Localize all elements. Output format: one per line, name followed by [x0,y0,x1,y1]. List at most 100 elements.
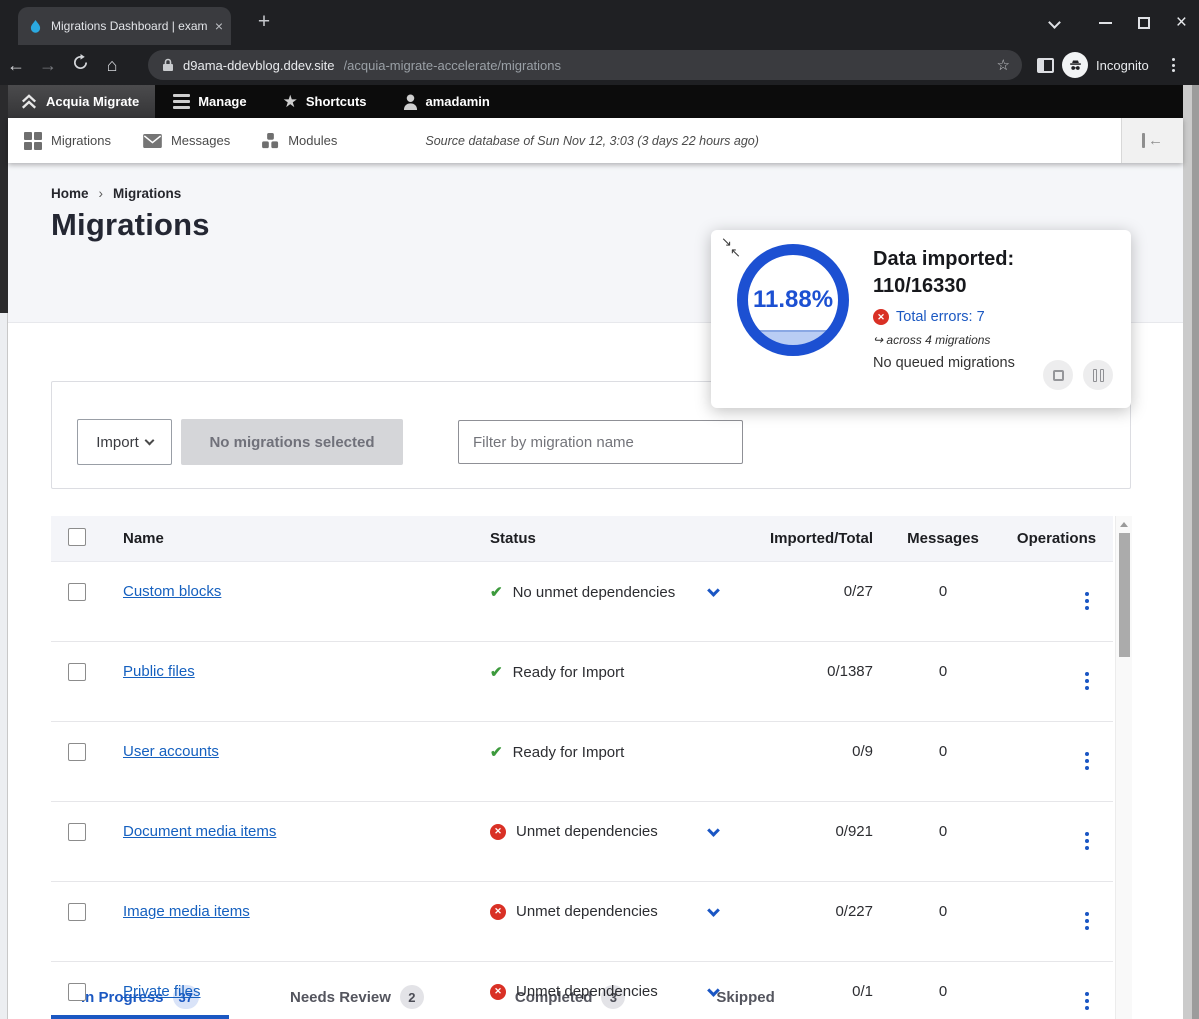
stop-button[interactable] [1043,360,1073,390]
total-errors-link[interactable]: Total errors: 7 [896,309,985,325]
row-checkbox[interactable] [68,903,86,921]
collapse-bar-icon [1142,133,1145,148]
bookmark-star-icon[interactable]: ☆ [997,56,1010,74]
table-row: User accounts✔Ready for Import0/90 [51,722,1113,802]
queue-status: No queued migrations [873,355,1015,371]
status-text: No unmet dependencies [513,584,676,601]
messages-count: 0 [886,583,1000,600]
col-header-imported: Imported/Total [760,530,886,547]
breadcrumb: Home › Migrations [51,186,181,201]
row-checkbox[interactable] [68,983,86,1001]
window-maximize-button[interactable] [1138,17,1150,29]
new-tab-button[interactable]: + [252,10,276,34]
row-checkbox[interactable] [68,663,86,681]
breadcrumb-home-link[interactable]: Home [51,186,89,201]
scrollbar-thumb[interactable] [1119,533,1130,657]
chevron-down-icon[interactable] [707,984,720,997]
toolbar-item-migrations[interactable]: Migrations [8,118,127,163]
messages-count: 0 [886,903,1000,920]
home-icon[interactable]: ⌂ [96,55,128,76]
url-domain: d9ama-ddevblog.ddev.site [183,58,335,73]
url-field[interactable]: d9ama-ddevblog.ddev.site /acquia-migrate… [148,50,1022,80]
error-cross-icon: ✕ [490,824,506,840]
stop-icon [1053,370,1064,381]
forward-icon[interactable]: → [32,55,64,76]
back-icon[interactable]: ← [0,55,32,76]
imported-total-value: 0/9 [760,743,886,760]
window-close-button[interactable]: × [1176,13,1187,32]
username-label: amadamin [426,94,490,109]
kebab-menu-icon[interactable] [1081,670,1093,692]
col-header-status: Status [473,530,760,547]
chevron-down-icon [144,435,154,445]
status-text: Unmet dependencies [516,983,658,1000]
toolbar-item-shortcuts[interactable]: ★ Shortcuts [265,85,385,118]
import-progress-card: ↘ ↖ 11.88% Data imported: 110/16330 ✕ To… [711,230,1131,408]
browser-address-bar: ← → ⌂ d9ama-ddevblog.ddev.site /acquia-m… [0,45,1199,85]
status-text: Unmet dependencies [516,823,658,840]
browser-menu-icon[interactable] [1172,58,1175,72]
import-dropdown-button[interactable]: Import [77,419,172,465]
across-migrations-note: ↪ across 4 migrations [873,333,1015,347]
table-row: Public files✔Ready for Import0/13870 [51,642,1113,722]
toolbar-item-modules[interactable]: Modules [246,118,353,163]
resize-arrow-icon[interactable]: ↖ [730,245,741,261]
breadcrumb-current: Migrations [113,186,181,201]
toolbar-item-manage[interactable]: Manage [155,85,264,118]
kebab-menu-icon[interactable] [1081,910,1093,932]
side-panel-icon[interactable] [1037,58,1054,73]
row-checkbox[interactable] [68,743,86,761]
row-checkbox[interactable] [68,583,86,601]
scrollbar-up-arrow-icon[interactable] [1120,522,1128,527]
migration-name-link[interactable]: Custom blocks [123,583,221,600]
migration-name-link[interactable]: Image media items [123,903,250,920]
messages-count: 0 [886,823,1000,840]
migrations-label: Migrations [51,133,111,148]
breadcrumb-separator: › [99,186,104,201]
migration-name-link[interactable]: User accounts [123,743,219,760]
url-path: /acquia-migrate-accelerate/migrations [344,58,988,73]
toolbar-item-user[interactable]: amadamin [385,85,508,118]
filter-input[interactable] [458,420,743,464]
chevron-down-icon[interactable] [707,824,720,837]
success-check-icon: ✔ [490,743,503,761]
migration-name-link[interactable]: Document media items [123,823,276,840]
toolbar-collapse-button[interactable]: ← [1121,118,1183,163]
kebab-menu-icon[interactable] [1081,990,1093,1012]
table-row: Private files✕Unmet dependencies0/10 [51,962,1113,1019]
toolbar-item-messages[interactable]: Messages [127,118,246,163]
chevron-down-icon[interactable] [707,584,720,597]
kebab-menu-icon[interactable] [1081,750,1093,772]
chevron-down-icon[interactable] [707,904,720,917]
no-migrations-selected-button: No migrations selected [181,419,403,465]
user-icon [403,94,418,110]
select-all-checkbox[interactable] [68,528,86,546]
error-cross-icon: ✕ [490,904,506,920]
tab-search-chevron-icon[interactable] [1048,16,1061,29]
imported-total-value: 0/921 [760,823,886,840]
brand-label: Acquia Migrate [46,94,139,109]
hamburger-icon [173,94,190,109]
error-cross-icon: ✕ [490,984,506,1000]
status-text: Unmet dependencies [516,903,658,920]
migrations-table: Name Status Imported/Total Messages Oper… [51,516,1113,1019]
messages-count: 0 [886,663,1000,680]
window-minimize-button[interactable] [1099,22,1112,24]
row-checkbox[interactable] [68,823,86,841]
kebab-menu-icon[interactable] [1081,590,1093,612]
migration-name-link[interactable]: Private files [123,983,201,1000]
imported-total-value: 0/1387 [760,663,886,680]
messages-count: 0 [886,743,1000,760]
table-scrollbar[interactable] [1115,516,1132,1019]
kebab-menu-icon[interactable] [1081,830,1093,852]
acquia-migrate-brand[interactable]: Acquia Migrate [8,85,155,118]
reload-icon[interactable] [64,54,96,76]
tab-close-icon[interactable]: × [215,18,223,34]
migration-name-link[interactable]: Public files [123,663,195,680]
browser-tab[interactable]: Migrations Dashboard | example × [18,7,231,45]
progress-ring: 11.88% [737,244,849,356]
collapse-arrow-icon: ← [1148,132,1163,149]
migrations-table-body: Custom blocks✔No unmet dependencies0/270… [51,562,1113,1019]
pause-button[interactable] [1083,360,1113,390]
tab-title: Migrations Dashboard | example [51,19,207,33]
